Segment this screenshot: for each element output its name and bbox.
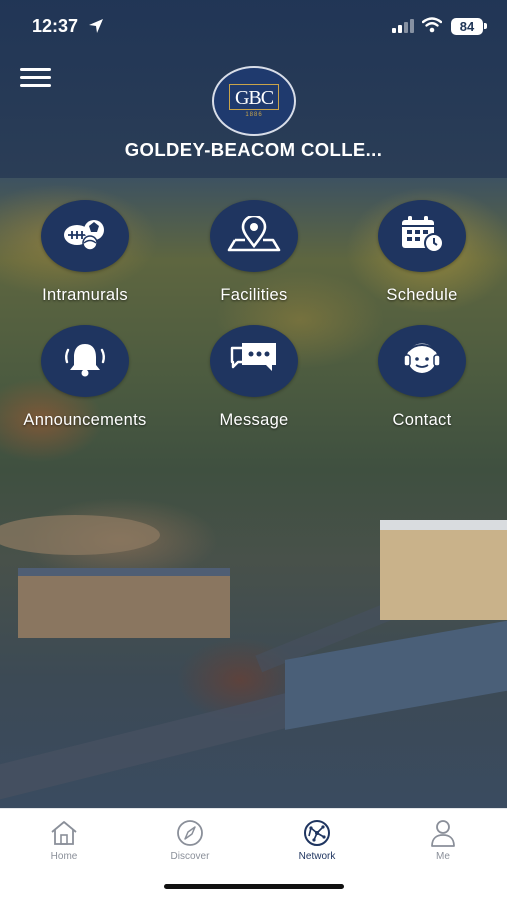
calendar-clock-icon [399,215,445,258]
tab-home[interactable]: Home [19,819,109,862]
college-logo: GBC 1886 [212,66,296,136]
network-globe-icon [272,819,362,847]
college-title: GOLDEY-BEACOM COLLE... [124,139,383,160]
logo-year: 1886 [245,112,263,118]
chat-bubbles-icon [228,340,280,383]
tile-circle [210,325,298,397]
tile-label: Schedule [386,286,458,304]
tab-label: Home [50,851,78,862]
battery-tip [484,23,487,29]
map-pin-icon [227,214,281,257]
tile-circle [41,200,129,272]
app-screen: 12:37 84 GBC 1886 GOLDEY-BEACOM COLLE...… [0,0,507,900]
wifi-icon [421,17,443,33]
home-icon [19,819,109,847]
status-time: 12:37 [32,16,79,36]
status-bar: 12:37 84 [0,0,507,54]
battery-indicator: 84 [451,18,483,35]
tab-label: Discover [170,851,210,862]
tab-me[interactable]: Me [398,819,488,862]
sports-balls-icon [62,216,108,257]
tile-label: Facilities [220,286,288,304]
tab-discover[interactable]: Discover [145,819,235,862]
compass-icon [145,819,235,847]
home-indicator[interactable] [164,884,344,889]
headset-agent-icon [400,340,444,383]
tile-schedule[interactable]: Schedule [337,200,507,305]
tab-label: Me [436,851,450,862]
tile-label: Announcements [23,411,147,429]
bell-icon [62,340,108,383]
tab-label: Network [298,851,336,862]
tile-label: Message [219,411,289,429]
tile-announcements[interactable]: Announcements [0,325,170,430]
tile-facilities[interactable]: Facilities [169,200,339,305]
tile-label: Contact [392,411,452,429]
location-arrow-icon [88,18,104,38]
tile-circle [41,325,129,397]
tile-circle [378,325,466,397]
logo-text: GBC [228,84,280,110]
tile-circle [378,200,466,272]
tile-circle [210,200,298,272]
tile-message[interactable]: Message [169,325,339,430]
cellular-signal-icon [392,19,414,33]
tab-network[interactable]: Network [272,819,362,862]
tile-intramurals[interactable]: Intramurals [0,200,170,305]
tile-contact[interactable]: Contact [337,325,507,430]
hamburger-menu-icon[interactable] [20,68,52,90]
tile-label: Intramurals [42,286,128,304]
person-icon [398,819,488,847]
